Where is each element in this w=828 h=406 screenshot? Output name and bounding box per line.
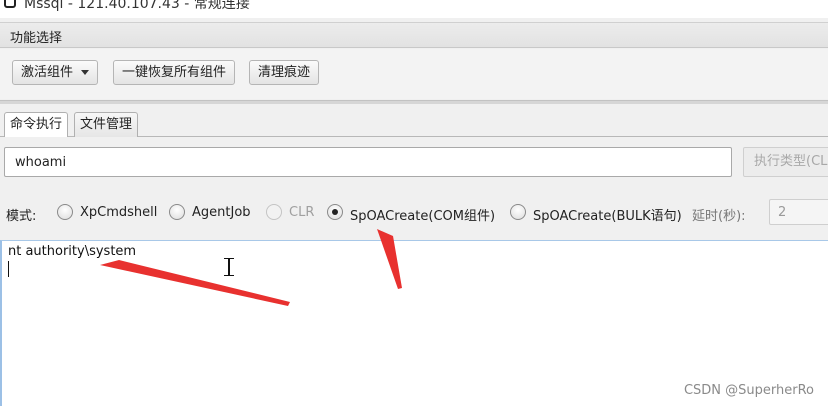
delay-label: 延时(秒): <box>692 209 746 224</box>
ibeam-cursor-icon <box>224 258 234 276</box>
activate-component-button[interactable]: 激活组件 <box>12 60 99 85</box>
text-caret <box>8 261 9 277</box>
window-title: Mssql - 121.40.107.43 - 常规连接 <box>24 0 250 12</box>
activate-component-label: 激活组件 <box>21 65 74 80</box>
radio-label: XpCmdshell <box>80 205 158 220</box>
mode-label: 模式: <box>6 209 37 224</box>
radio-button-icon[interactable] <box>510 204 526 220</box>
radio-button-icon <box>266 204 282 220</box>
clean-traces-button[interactable]: 清理痕迹 <box>249 60 320 85</box>
command-input[interactable] <box>4 147 732 177</box>
window-titlebar: Mssql - 121.40.107.43 - 常规连接 <box>0 0 828 18</box>
exec-type-button[interactable]: 执行类型(CLR) <box>743 147 828 177</box>
tab-command-exec[interactable]: 命令执行 <box>4 112 69 138</box>
radio-label: AgentJob <box>192 205 251 220</box>
radio-button-icon[interactable] <box>169 204 185 220</box>
tab-bar: 命令执行 文件管理 <box>0 104 828 138</box>
radio-label: SpOACreate(BULK语句) <box>533 209 682 224</box>
command-panel: 执行类型(CLR) 模式: XpCmdshell AgentJob CLR Sp… <box>0 137 828 240</box>
output-text: nt authority\system <box>8 244 137 259</box>
section-header: 功能选择 <box>0 22 828 48</box>
delay-input[interactable] <box>769 199 828 225</box>
app-icon <box>4 0 16 8</box>
toolbar: 激活组件 一键恢复所有组件 清理痕迹 <box>0 49 828 99</box>
mode-row: 模式: XpCmdshell AgentJob CLR SpOACreate(C… <box>0 199 828 225</box>
tab-file-manager[interactable]: 文件管理 <box>74 112 139 137</box>
radio-label: CLR <box>289 205 315 220</box>
section-header-label: 功能选择 <box>10 31 63 46</box>
radio-button-icon[interactable] <box>57 204 73 220</box>
radio-button-checked-icon[interactable] <box>327 204 343 220</box>
restore-all-button[interactable]: 一键恢复所有组件 <box>113 60 236 85</box>
radio-label: SpOACreate(COM组件) <box>350 209 496 224</box>
watermark: CSDN @SuperherRo <box>683 383 814 398</box>
chevron-down-icon <box>81 70 90 75</box>
output-area[interactable]: nt authority\system CSDN @SuperherRo <box>0 240 828 406</box>
